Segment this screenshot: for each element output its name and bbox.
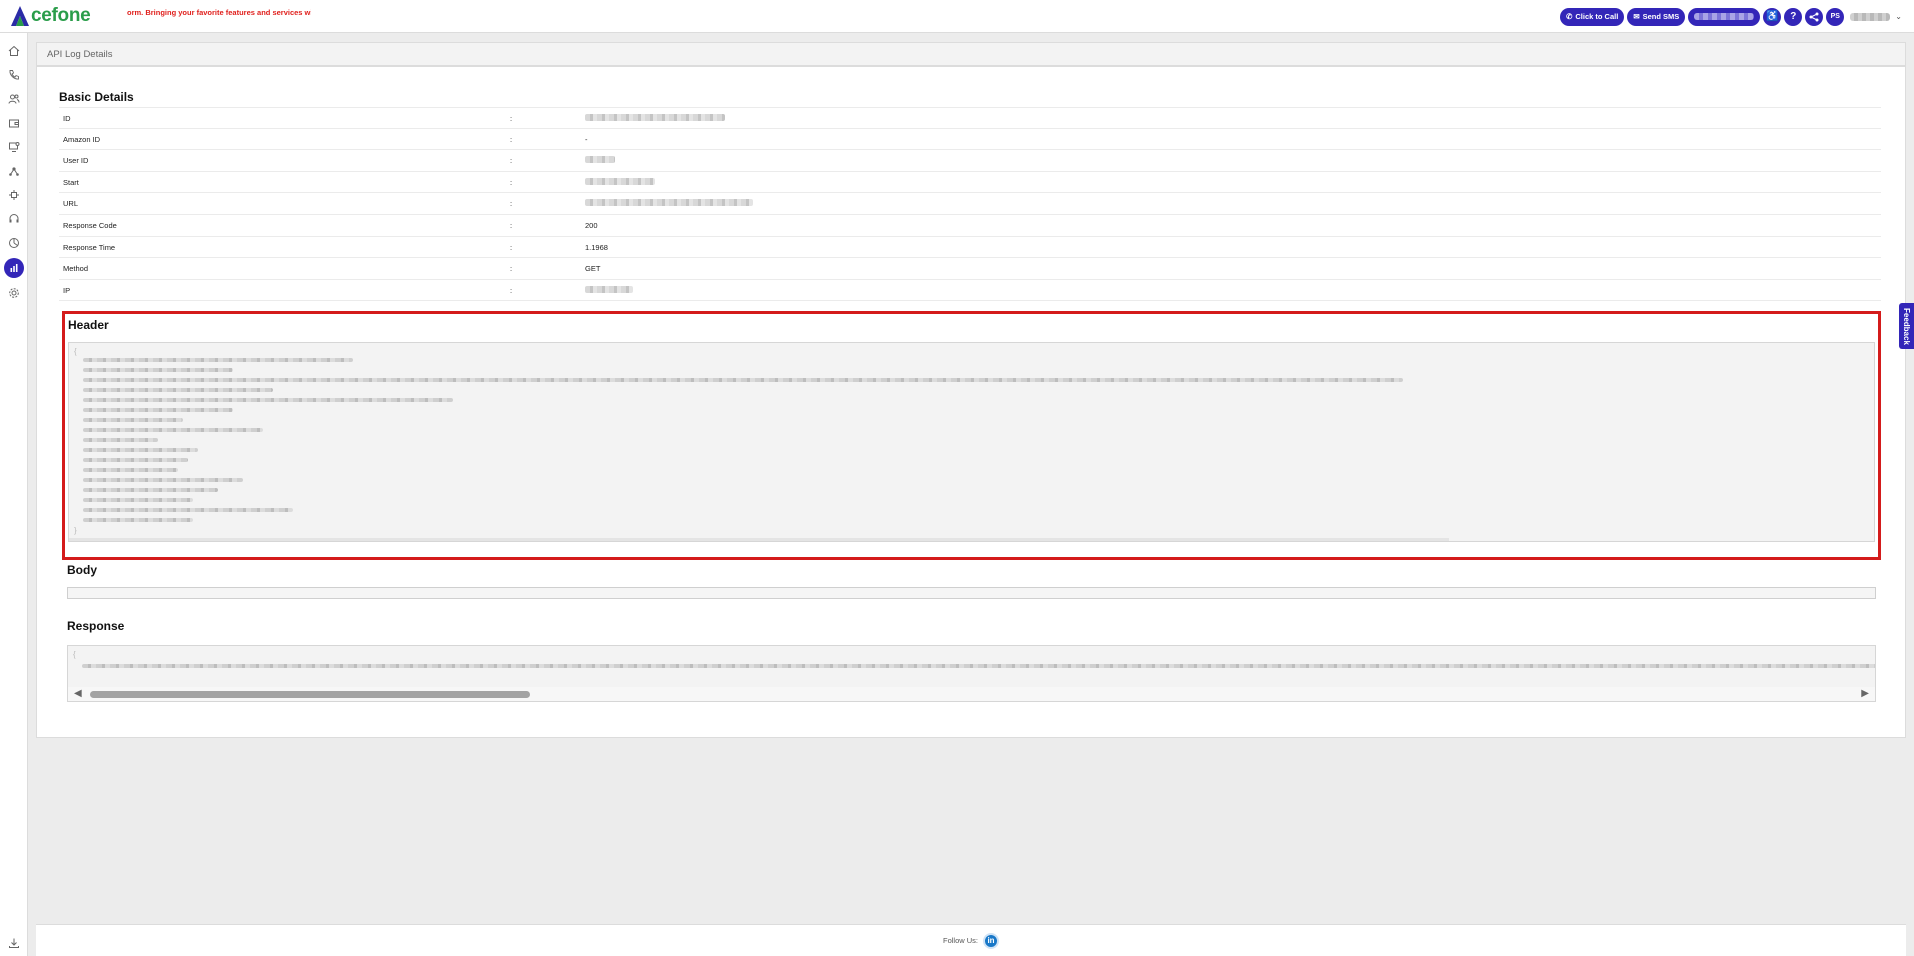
ip-value bbox=[585, 285, 633, 295]
phone-icon[interactable] bbox=[4, 65, 24, 85]
logo-mark-icon bbox=[10, 5, 30, 27]
caller-id-selector[interactable] bbox=[1688, 7, 1761, 26]
body-title: Body bbox=[67, 563, 97, 577]
detail-row-start: Start : bbox=[59, 172, 1881, 194]
body-json-viewer[interactable] bbox=[67, 587, 1876, 599]
logo-text: cefone bbox=[31, 5, 91, 26]
linkedin-icon[interactable]: in bbox=[983, 932, 999, 949]
response-title: Response bbox=[67, 619, 125, 633]
header-section-highlight: Header { } bbox=[62, 311, 1881, 560]
user-id-value bbox=[585, 156, 615, 165]
response-json-viewer[interactable]: { ◀ ▶ bbox=[67, 645, 1876, 702]
wallet-icon[interactable] bbox=[4, 113, 24, 133]
footer: Follow Us: in bbox=[36, 924, 1906, 956]
home-icon[interactable] bbox=[4, 41, 24, 61]
send-sms-button[interactable]: ✉ Send SMS bbox=[1627, 7, 1686, 26]
announcement-ticker: orm. Bringing your favorite features and… bbox=[127, 8, 311, 17]
analytics-icon[interactable] bbox=[4, 258, 24, 278]
integrations-icon[interactable] bbox=[4, 185, 24, 205]
click-to-call-button[interactable]: ✆ Click to Call bbox=[1560, 7, 1625, 26]
detail-row-method: Method : GET bbox=[59, 258, 1881, 280]
sidebar bbox=[0, 33, 28, 956]
top-actions: ✆ Click to Call ✉ Send SMS ♿ ? PS ⌄ bbox=[1560, 7, 1902, 26]
detail-row-amazon-id: Amazon ID : - bbox=[59, 129, 1881, 151]
open-brace: { bbox=[74, 347, 77, 356]
network-status-icon[interactable] bbox=[1805, 7, 1824, 26]
top-bar: cefone orm. Bringing your favorite featu… bbox=[0, 0, 1914, 33]
open-brace: { bbox=[73, 650, 76, 659]
basic-details-title: Basic Details bbox=[59, 90, 134, 104]
breadcrumb: API Log Details bbox=[36, 42, 1906, 66]
start-value bbox=[585, 177, 655, 187]
page-title: API Log Details bbox=[47, 49, 113, 60]
detail-row-url: URL : bbox=[59, 193, 1881, 215]
response-time-value: 1.1968 bbox=[585, 242, 608, 252]
monitor-settings-icon[interactable] bbox=[4, 137, 24, 157]
basic-details-table: ID : Amazon ID : - User ID : Start : URL… bbox=[59, 107, 1881, 302]
url-value bbox=[585, 199, 753, 208]
feedback-tab[interactable]: Feedback bbox=[1899, 303, 1914, 349]
contacts-icon[interactable] bbox=[4, 89, 24, 109]
detail-row-response-code: Response Code : 200 bbox=[59, 215, 1881, 237]
hierarchy-icon[interactable] bbox=[4, 161, 24, 181]
headset-icon[interactable] bbox=[4, 209, 24, 229]
download-icon[interactable] bbox=[8, 937, 20, 949]
scrollbar-thumb[interactable] bbox=[90, 691, 530, 698]
method-value: GET bbox=[585, 264, 601, 274]
scroll-left-icon[interactable]: ◀ bbox=[74, 688, 82, 699]
accessibility-icon[interactable]: ♿ bbox=[1763, 7, 1782, 26]
acefone-logo[interactable]: cefone bbox=[10, 4, 91, 28]
chevron-down-icon[interactable]: ⌄ bbox=[1895, 12, 1902, 21]
horizontal-scrollbar[interactable]: ◀ ▶ bbox=[68, 687, 1875, 701]
scroll-right-icon[interactable]: ▶ bbox=[1861, 688, 1869, 699]
header-json-viewer[interactable]: { } bbox=[68, 342, 1875, 542]
api-log-details-card: Basic Details ID : Amazon ID : - User ID… bbox=[36, 66, 1906, 738]
id-value bbox=[585, 114, 725, 123]
header-title: Header bbox=[68, 318, 109, 332]
phone-icon: ✆ bbox=[1566, 12, 1573, 21]
envelope-icon: ✉ bbox=[1633, 12, 1640, 21]
detail-row-user-id: User ID : bbox=[59, 150, 1881, 172]
avatar[interactable]: PS bbox=[1826, 7, 1845, 26]
detail-row-id: ID : bbox=[59, 107, 1881, 129]
settings-icon[interactable] bbox=[4, 283, 24, 303]
help-button[interactable]: ? bbox=[1784, 7, 1803, 26]
amazon-id-value: - bbox=[585, 134, 588, 144]
detail-row-response-time: Response Time : 1.1968 bbox=[59, 237, 1881, 259]
close-brace: } bbox=[74, 526, 77, 535]
user-name[interactable] bbox=[1850, 12, 1891, 21]
reports-icon[interactable] bbox=[4, 233, 24, 253]
response-code-value: 200 bbox=[585, 220, 598, 230]
detail-row-ip: IP : bbox=[59, 280, 1881, 302]
horizontal-scrollbar[interactable] bbox=[69, 538, 1449, 541]
follow-us-label: Follow Us: bbox=[942, 936, 978, 945]
